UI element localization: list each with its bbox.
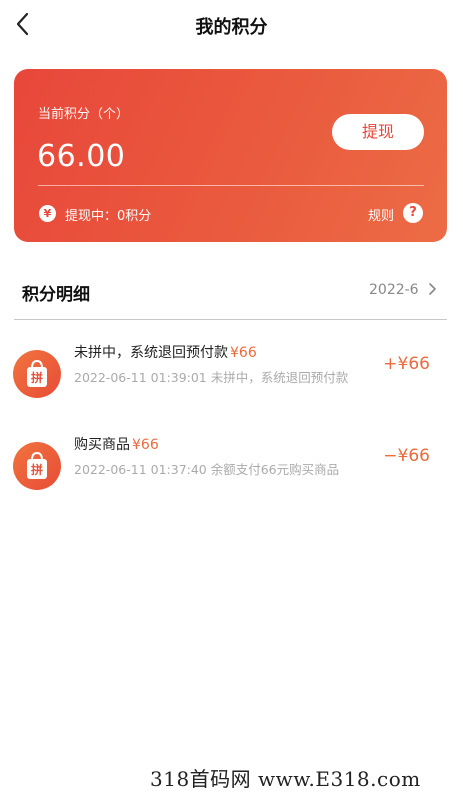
record-change: −¥66 [383,446,430,466]
chevron-right-icon[interactable] [427,281,439,297]
svg-text:拼: 拼 [31,462,43,477]
record-change: +¥66 [383,354,430,374]
points-value: 66.00 [37,139,126,174]
shopping-bag-icon: 拼 [13,442,61,490]
points-label: 当前积分（个） [38,107,130,122]
watermark: 318首码网 www.E318.com [150,767,421,791]
top-bar: 我的积分 [0,0,463,50]
svg-text:拼: 拼 [31,370,43,385]
section-divider [14,319,447,320]
record-title: 未拼中，系统退回预付款 ¥66 [74,345,257,361]
points-card: 当前积分（个） 66.00 提现 ¥ 提现中：0积分 规则 ? [14,69,447,242]
help-icon[interactable]: ? [403,203,423,223]
record-subtitle: 2022-06-11 01:37:40 余额支付66元购买商品 [74,462,340,477]
list-item[interactable]: 拼 未拼中，系统退回预付款 ¥66 2022-06-11 01:39:01 未拼中… [0,340,463,420]
card-divider [38,185,424,186]
yuan-icon: ¥ [39,205,56,222]
pending-withdrawal-text: 提现中：0积分 [65,209,152,224]
record-subtitle: 2022-06-11 01:39:01 未拼中，系统退回预付款 [74,370,349,385]
list-item[interactable]: 拼 购买商品 ¥66 2022-06-11 01:37:40 余额支付66元购买商… [0,432,463,512]
page-title: 我的积分 [195,17,268,38]
month-filter[interactable]: 2022-6 [369,282,419,298]
shopping-bag-icon: 拼 [13,350,61,398]
record-title: 购买商品 ¥66 [74,437,159,453]
withdraw-button[interactable]: 提现 [332,114,424,150]
rules-link[interactable]: 规则 [368,205,394,224]
points-detail-title: 积分明细 [22,285,90,305]
